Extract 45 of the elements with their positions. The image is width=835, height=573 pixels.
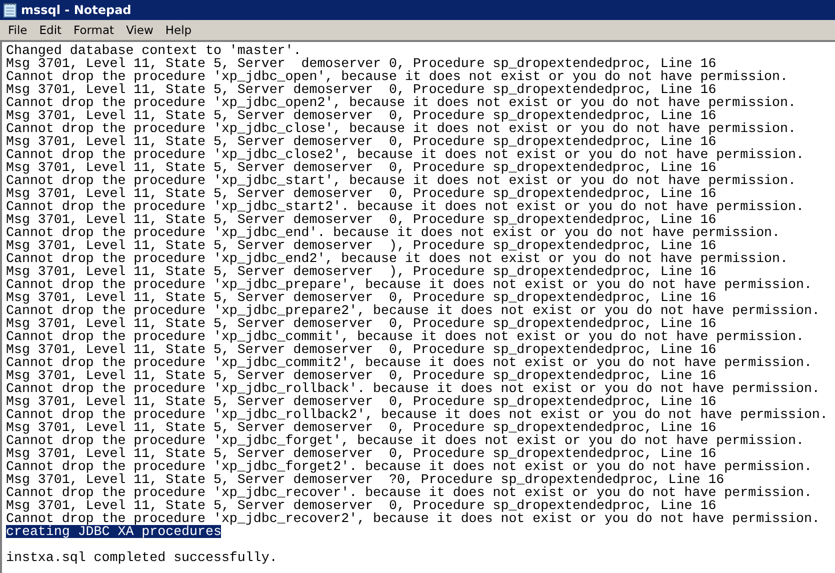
menu-item[interactable]: File (2, 22, 34, 38)
text-line: Msg 3701, Level 11, State 5, Server demoserver 0, Procedure sp_dropextendedproc, Line 16 (6, 499, 716, 512)
text-line: Msg 3701, Level 11, State 5, Server demoserver 0, Procedure sp_dropextendedproc, Line 16 (6, 291, 716, 304)
text-line: Msg 3701, Level 11, State 5, Server demoserver 0, Procedure sp_dropextendedproc, Line 16 (6, 395, 716, 408)
text-line: Cannot drop the procedure 'xp_jdbc_open2', because it does not exist or you do not have permission. (6, 96, 796, 109)
text-line: Msg 3701, Level 11, State 5, Server demoserver 0, Procedure sp_dropextendedproc, Line 16 (6, 343, 716, 356)
menu-item[interactable]: Edit (33, 22, 68, 38)
text-line: Cannot drop the procedure 'xp_jdbc_close2', because it does not exist or you do not have permission. (6, 148, 804, 161)
text-line: Msg 3701, Level 11, State 5, Server demoserver 0, Procedure sp_dropextendedproc, Line 16 (6, 213, 716, 226)
menu-item[interactable]: Format (68, 22, 120, 38)
text-line: Msg 3701, Level 11, State 5, Server demoserver 0, Procedure sp_dropextendedproc, Line 16 (6, 187, 716, 200)
text-line: Cannot drop the procedure 'xp_jdbc_close', because it does not exist or you do not have permission. (6, 122, 796, 135)
text-line: Cannot drop the procedure 'xp_jdbc_start2'. because it does not exist or you do not have permission. (6, 200, 804, 213)
text-line: Cannot drop the procedure 'xp_jdbc_prepare2', because it does not exist or you do not have permission. (6, 304, 820, 317)
text-line: Msg 3701, Level 11, State 5, Server demoserver ), Procedure sp_dropextendedproc, Line 16 (6, 265, 716, 278)
text-line: Msg 3701, Level 11, State 5, Server demoserver 0, Procedure sp_dropextendedproc, Line 16 (6, 109, 716, 122)
menu-item[interactable]: Help (159, 22, 198, 38)
text-line: Cannot drop the procedure 'xp_jdbc_forget2'. because it does not exist or you do not have permission. (6, 460, 812, 473)
text-line: Msg 3701, Level 11, State 5, Server demoserver 0, Procedure sp_dropextendedproc, Line 16 (6, 369, 716, 382)
text-line: Cannot drop the procedure 'xp_jdbc_recover2', because it does not exist or you do not have permission. (6, 512, 820, 525)
text-line: Changed database context to 'master'. (6, 44, 302, 57)
text-line: Msg 3701, Level 11, State 5, Server demoserver 0, Procedure sp_dropextendedproc, Line 16 (6, 135, 716, 148)
text-line: Msg 3701, Level 11, State 5, Server demoserver 0, Procedure sp_dropextendedproc, Line 16 (6, 57, 716, 70)
notepad-icon (3, 2, 17, 18)
text-line: instxa.sql completed successfully. (6, 551, 278, 564)
text-line: Cannot drop the procedure 'xp_jdbc_commit2', because it does not exist or you do not have permission. (6, 356, 812, 369)
window-title: mssql - Notepad (21, 3, 132, 17)
menu-item[interactable]: View (120, 22, 160, 38)
text-line: Cannot drop the procedure 'xp_jdbc_prepare', because it does not exist or you do not have permission. (6, 278, 812, 291)
text-line: Msg 3701, Level 11, State 5, Server demoserver 0, Procedure sp_dropextendedproc, Line 16 (6, 161, 716, 174)
text-line: Cannot drop the procedure 'xp_jdbc_commit', because it does not exist or you do not have permission. (6, 330, 804, 343)
text-line: Cannot drop the procedure 'xp_jdbc_rollback'. because it does not exist or you do not have permission. (6, 382, 820, 395)
text-line: Msg 3701, Level 11, State 5, Server demoserver 0, Procedure sp_dropextendedproc, Line 16 (6, 421, 716, 434)
text-line: Cannot drop the procedure 'xp_jdbc_end'. because it does not exist or you do not have permission. (6, 226, 780, 239)
text-line: Msg 3701, Level 11, State 5, Server demoserver 0, Procedure sp_dropextendedproc, Line 16 (6, 83, 716, 96)
text-line: Cannot drop the procedure 'xp_jdbc_start', because it does not exist or you do not have permission. (6, 174, 796, 187)
text-line: Msg 3701, Level 11, State 5, Server demoserver 0, Procedure sp_dropextendedproc, Line 16 (6, 447, 716, 460)
text-line: Cannot drop the procedure 'xp_jdbc_rollback2', because it does not exist or you do not have permission. (6, 408, 828, 421)
text-line: Msg 3701, Level 11, State 5, Server demoserver ), Procedure sp_dropextendedproc, Line 16 (6, 239, 716, 252)
text-line: Cannot drop the procedure 'xp_jdbc_recover'. because it does not exist or you do not have permission. (6, 486, 812, 499)
text-line: Cannot drop the procedure 'xp_jdbc_open', because it does not exist or you do not have permission. (6, 70, 788, 83)
text-line: Cannot drop the procedure 'xp_jdbc_forget', because it does not exist or you do not have permission. (6, 434, 804, 447)
text-line: Msg 3701, Level 11, State 5, Server demoserver 0, Procedure sp_dropextendedproc, Line 16 (6, 317, 716, 330)
text-line: Msg 3701, Level 11, State 5, Server demoserver ?0, Procedure sp_dropextendedproc, Line 16 (6, 473, 724, 486)
text-line: Cannot drop the procedure 'xp_jdbc_end2', because it does not exist or you do not have permission. (6, 252, 788, 265)
